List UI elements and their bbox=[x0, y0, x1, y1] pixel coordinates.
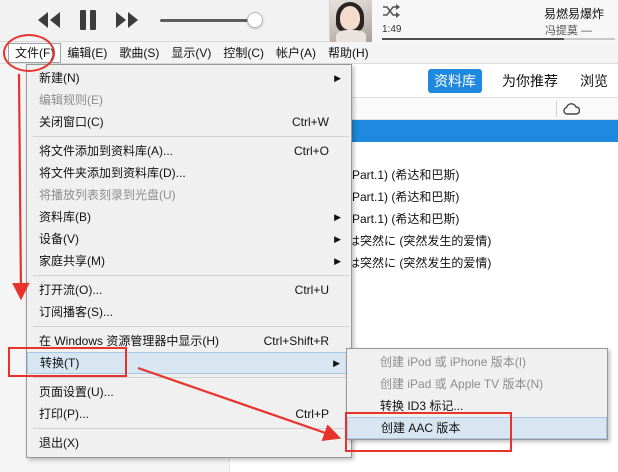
annotation-arrows bbox=[12, 73, 342, 441]
